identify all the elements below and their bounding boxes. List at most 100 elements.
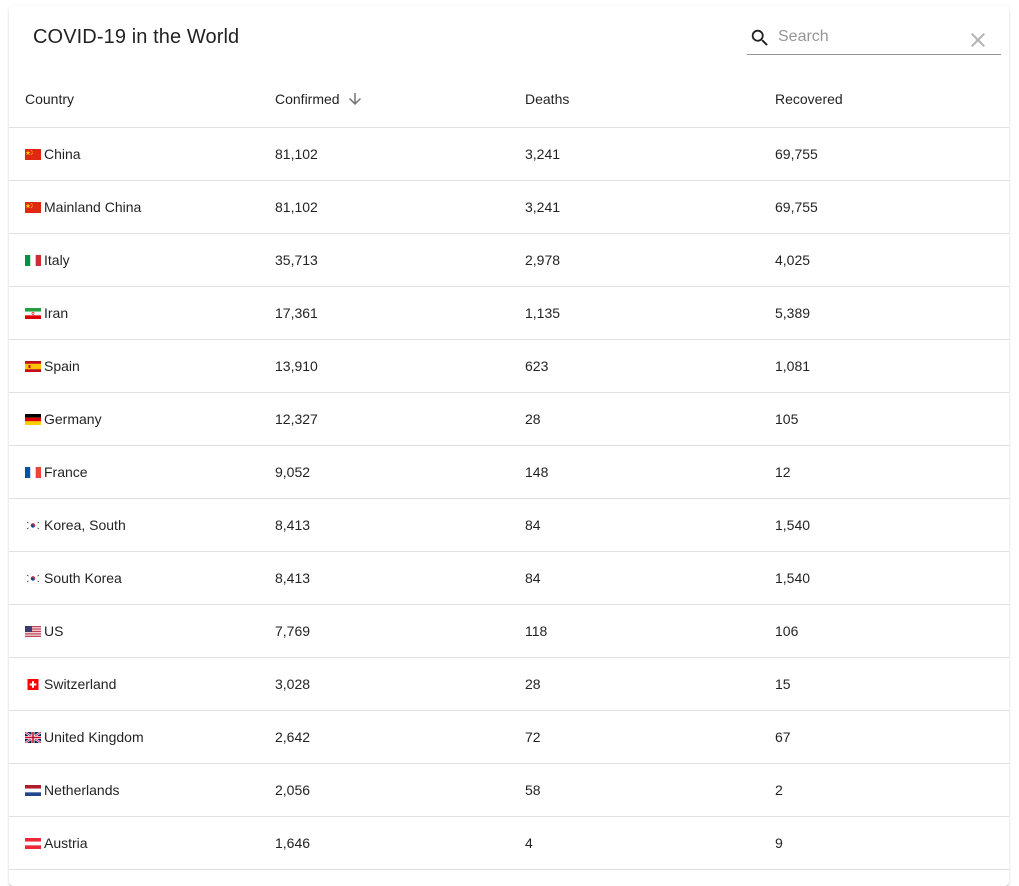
- country-name: Iran: [44, 305, 68, 321]
- cell-deaths: 148: [509, 446, 759, 499]
- table-row[interactable]: United Kingdom 2,6427267: [9, 711, 1009, 764]
- country-name: Spain: [44, 358, 80, 374]
- flag-de-icon: [25, 414, 41, 425]
- table-row[interactable]: Switzerland3,0282815: [9, 658, 1009, 711]
- cell-confirmed: 2,642: [259, 711, 509, 764]
- cell-country: South Korea: [9, 552, 259, 605]
- cell-country: Austria: [9, 817, 259, 870]
- column-header-deaths[interactable]: Deaths: [509, 70, 759, 128]
- cell-recovered: 69,755: [759, 181, 1009, 234]
- cell-confirmed: 81,102: [259, 181, 509, 234]
- search-field: [747, 24, 1001, 55]
- cell-recovered: 105: [759, 393, 1009, 446]
- country-name: US: [44, 623, 63, 639]
- flag-nl-icon: [25, 785, 41, 796]
- cell-deaths: 72: [509, 711, 759, 764]
- cell-confirmed: 35,713: [259, 234, 509, 287]
- country-name: Korea, South: [44, 517, 126, 533]
- cell-confirmed: 8,413: [259, 552, 509, 605]
- table-row[interactable]: France 9,05214812: [9, 446, 1009, 499]
- arrow-down-icon[interactable]: [346, 90, 364, 108]
- cell-confirmed: 12,327: [259, 393, 509, 446]
- cell-country: Netherlands: [9, 764, 259, 817]
- table-row[interactable]: US7,769118106: [9, 605, 1009, 658]
- cell-recovered: 2: [759, 764, 1009, 817]
- column-header-confirmed-label: Confirmed: [275, 91, 340, 107]
- cell-confirmed: 8,413: [259, 499, 509, 552]
- table-header-row: Country Confirmed Deaths Recovered: [9, 70, 1009, 128]
- table-row[interactable]: Iran 17,3611,1355,389: [9, 287, 1009, 340]
- country-name: Austria: [44, 835, 88, 851]
- table-row[interactable]: Italy 35,7132,9784,025: [9, 234, 1009, 287]
- cell-recovered: 4,025: [759, 234, 1009, 287]
- flag-at-icon: [25, 838, 41, 849]
- cell-deaths: 2,978: [509, 234, 759, 287]
- cell-deaths: 4: [509, 817, 759, 870]
- cell-recovered: 12: [759, 446, 1009, 499]
- covid-table-card: COVID-19 in the World Country Confirmed: [9, 6, 1009, 886]
- table-row[interactable]: South Korea8,413841,540: [9, 552, 1009, 605]
- table-row[interactable]: Austria1,64649: [9, 817, 1009, 870]
- table-row[interactable]: China 81,1023,24169,755: [9, 128, 1009, 181]
- cell-confirmed: 3,028: [259, 658, 509, 711]
- column-header-recovered-label: Recovered: [775, 91, 843, 107]
- country-name: Switzerland: [44, 676, 116, 692]
- cell-deaths: 1,135: [509, 287, 759, 340]
- cell-deaths: 3,241: [509, 181, 759, 234]
- flag-cn-icon: [25, 149, 41, 160]
- cell-deaths: 28: [509, 393, 759, 446]
- cell-recovered: 1,081: [759, 340, 1009, 393]
- country-name: France: [44, 464, 88, 480]
- cell-recovered: 5,389: [759, 287, 1009, 340]
- cell-country: Switzerland: [9, 658, 259, 711]
- flag-it-icon: [25, 255, 41, 266]
- flag-ir-icon: [25, 308, 41, 319]
- table-row[interactable]: Mainland China 81,1023,24169,755: [9, 181, 1009, 234]
- cell-country: Italy: [9, 234, 259, 287]
- country-name: United Kingdom: [44, 729, 144, 745]
- flag-ch-icon: [25, 679, 41, 690]
- cell-country: Iran: [9, 287, 259, 340]
- page-title: COVID-19 in the World: [33, 25, 239, 49]
- country-name: Mainland China: [44, 199, 141, 215]
- flag-kr-icon: [25, 573, 41, 584]
- flag-cn-icon: [25, 202, 41, 213]
- cell-country: US: [9, 605, 259, 658]
- country-name: Italy: [44, 252, 70, 268]
- cell-recovered: 69,755: [759, 128, 1009, 181]
- cell-deaths: 84: [509, 499, 759, 552]
- table-row[interactable]: Korea, South 8,413841,540: [9, 499, 1009, 552]
- cell-confirmed: 81,102: [259, 128, 509, 181]
- cell-deaths: 84: [509, 552, 759, 605]
- column-header-country[interactable]: Country: [9, 70, 259, 128]
- clear-search-icon[interactable]: [966, 28, 990, 52]
- country-name: China: [44, 146, 81, 162]
- cell-recovered: 106: [759, 605, 1009, 658]
- cell-confirmed: 13,910: [259, 340, 509, 393]
- table-row[interactable]: Belgium1,486141: [9, 870, 1009, 886]
- table-toolbar: COVID-19 in the World: [9, 6, 1009, 70]
- cell-country: United Kingdom: [9, 711, 259, 764]
- search-icon[interactable]: [749, 27, 771, 49]
- table-row[interactable]: Spain 13,9106231,081: [9, 340, 1009, 393]
- search-input[interactable]: [778, 25, 958, 49]
- cell-deaths: 28: [509, 658, 759, 711]
- cell-confirmed: 7,769: [259, 605, 509, 658]
- column-header-confirmed[interactable]: Confirmed: [259, 70, 509, 128]
- table-row[interactable]: Germany12,32728105: [9, 393, 1009, 446]
- cell-confirmed: 9,052: [259, 446, 509, 499]
- cell-confirmed: 17,361: [259, 287, 509, 340]
- covid-table: Country Confirmed Deaths Recovered: [9, 70, 1009, 886]
- cell-recovered: 67: [759, 711, 1009, 764]
- cell-confirmed: 2,056: [259, 764, 509, 817]
- cell-country: Korea, South: [9, 499, 259, 552]
- cell-deaths: 623: [509, 340, 759, 393]
- cell-country: Belgium: [9, 870, 259, 886]
- column-header-recovered[interactable]: Recovered: [759, 70, 1009, 128]
- cell-recovered: 1,540: [759, 552, 1009, 605]
- cell-recovered: 1,540: [759, 499, 1009, 552]
- flag-kr-icon: [25, 520, 41, 531]
- table-row[interactable]: Netherlands2,056582: [9, 764, 1009, 817]
- cell-deaths: 3,241: [509, 128, 759, 181]
- flag-fr-icon: [25, 467, 41, 478]
